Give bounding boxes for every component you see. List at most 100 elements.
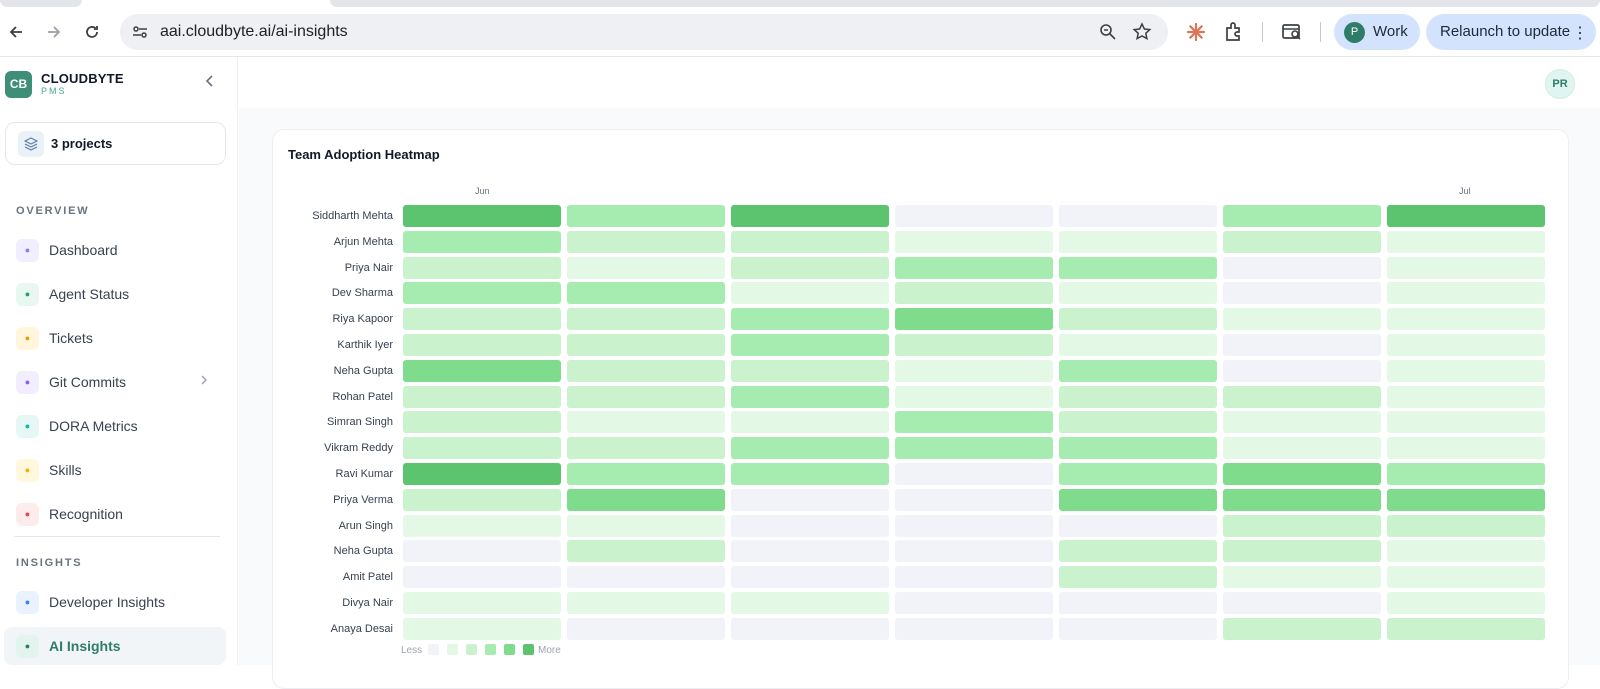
sidebar-item-recognition[interactable]: ● Recognition — [4, 495, 226, 533]
heatmap-cell[interactable] — [403, 488, 561, 511]
sidebar-item-skills[interactable]: ● Skills — [4, 451, 226, 489]
heatmap-cell[interactable] — [731, 205, 889, 227]
heatmap-cell[interactable] — [895, 540, 1053, 563]
heatmap-cell[interactable] — [1387, 308, 1545, 331]
heatmap-cell[interactable] — [731, 566, 889, 589]
heatmap-cell[interactable] — [1059, 385, 1217, 408]
tab[interactable] — [330, 0, 1600, 7]
heatmap-cell[interactable] — [1059, 205, 1217, 227]
heatmap-cell[interactable] — [1059, 230, 1217, 253]
heatmap-cell[interactable] — [895, 592, 1053, 614]
heatmap-cell[interactable] — [1223, 205, 1381, 227]
heatmap-cell[interactable] — [403, 463, 561, 485]
sidebar-item-ai-insights[interactable]: ● AI Insights — [4, 627, 226, 665]
heatmap-cell[interactable] — [731, 308, 889, 331]
heatmap-cell[interactable] — [567, 540, 725, 563]
heatmap-cell[interactable] — [1223, 617, 1381, 640]
sidebar-item-tickets[interactable]: ● Tickets — [4, 319, 226, 357]
heatmap-cell[interactable] — [731, 540, 889, 563]
star-icon[interactable] — [1132, 22, 1152, 42]
heatmap-cell[interactable] — [1059, 540, 1217, 563]
sidebar-item-git-commits[interactable]: ● Git Commits — [4, 363, 226, 401]
heatmap-cell[interactable] — [403, 308, 561, 331]
heatmap-cell[interactable] — [895, 230, 1053, 253]
sidebar-item-developer-insights[interactable]: ● Developer Insights — [4, 583, 226, 621]
heatmap-cell[interactable] — [1223, 411, 1381, 434]
heatmap-cell[interactable] — [1387, 282, 1545, 305]
heatmap-cell[interactable] — [731, 282, 889, 305]
heatmap-cell[interactable] — [567, 437, 725, 460]
heatmap-cell[interactable] — [1387, 617, 1545, 640]
heatmap-cell[interactable] — [731, 514, 889, 537]
heatmap-cell[interactable] — [567, 334, 725, 356]
heatmap-cell[interactable] — [567, 308, 725, 331]
heatmap-cell[interactable] — [567, 205, 725, 227]
heatmap-cell[interactable] — [403, 514, 561, 537]
heatmap-cell[interactable] — [1387, 488, 1545, 511]
heatmap-cell[interactable] — [1387, 592, 1545, 614]
heatmap-cell[interactable] — [567, 282, 725, 305]
heatmap-cell[interactable] — [1059, 514, 1217, 537]
heatmap-cell[interactable] — [1387, 230, 1545, 253]
heatmap-cell[interactable] — [731, 411, 889, 434]
tab[interactable] — [0, 0, 82, 7]
heatmap-cell[interactable] — [1059, 256, 1217, 279]
heatmap-cell[interactable] — [567, 566, 725, 589]
heatmap-cell[interactable] — [1223, 308, 1381, 331]
zoom-icon[interactable] — [1098, 22, 1118, 42]
heatmap-cell[interactable] — [1223, 463, 1381, 485]
heatmap-cell[interactable] — [1059, 592, 1217, 614]
heatmap-cell[interactable] — [731, 617, 889, 640]
heatmap-cell[interactable] — [1387, 385, 1545, 408]
tab-search-icon[interactable] — [1280, 20, 1304, 44]
heatmap-cell[interactable] — [403, 566, 561, 589]
heatmap-cell[interactable] — [403, 256, 561, 279]
heatmap-cell[interactable] — [1059, 411, 1217, 434]
heatmap-cell[interactable] — [1223, 230, 1381, 253]
heatmap-cell[interactable] — [1223, 282, 1381, 305]
heatmap-cell[interactable] — [403, 205, 561, 227]
heatmap-cell[interactable] — [567, 230, 725, 253]
heatmap-cell[interactable] — [403, 437, 561, 460]
heatmap-cell[interactable] — [895, 566, 1053, 589]
heatmap-cell[interactable] — [1387, 256, 1545, 279]
heatmap-cell[interactable] — [1223, 359, 1381, 382]
heatmap-cell[interactable] — [1223, 437, 1381, 460]
heatmap-cell[interactable] — [1387, 463, 1545, 485]
heatmap-cell[interactable] — [731, 359, 889, 382]
heatmap-cell[interactable] — [403, 282, 561, 305]
heatmap-cell[interactable] — [895, 256, 1053, 279]
heatmap-cell[interactable] — [895, 411, 1053, 434]
heatmap-cell[interactable] — [403, 230, 561, 253]
sidebar-item-dora-metrics[interactable]: ● DORA Metrics — [4, 407, 226, 445]
heatmap-cell[interactable] — [731, 592, 889, 614]
heatmap-cell[interactable] — [1059, 359, 1217, 382]
heatmap-cell[interactable] — [895, 463, 1053, 485]
heatmap-cell[interactable] — [1059, 437, 1217, 460]
heatmap-cell[interactable] — [895, 205, 1053, 227]
projects-selector[interactable]: 3 projects — [5, 122, 226, 165]
heatmap-cell[interactable] — [403, 592, 561, 614]
heatmap-cell[interactable] — [403, 540, 561, 563]
heatmap-cell[interactable] — [567, 385, 725, 408]
back-button[interactable] — [4, 20, 28, 44]
heatmap-cell[interactable] — [1387, 205, 1545, 227]
claude-extension-icon[interactable] — [1184, 20, 1208, 44]
heatmap-cell[interactable] — [1059, 282, 1217, 305]
user-avatar[interactable]: PR — [1545, 69, 1575, 99]
heatmap-cell[interactable] — [1059, 334, 1217, 356]
reload-button[interactable] — [80, 20, 104, 44]
heatmap-cell[interactable] — [1387, 334, 1545, 356]
forward-button[interactable] — [42, 20, 66, 44]
heatmap-cell[interactable] — [731, 488, 889, 511]
heatmap-cell[interactable] — [895, 334, 1053, 356]
heatmap-cell[interactable] — [1387, 540, 1545, 563]
heatmap-cell[interactable] — [567, 592, 725, 614]
profile-button[interactable]: P Work — [1334, 14, 1420, 50]
heatmap-cell[interactable] — [895, 488, 1053, 511]
heatmap-cell[interactable] — [1059, 566, 1217, 589]
heatmap-cell[interactable] — [1223, 256, 1381, 279]
heatmap-cell[interactable] — [1223, 488, 1381, 511]
site-settings-icon[interactable] — [130, 22, 150, 42]
heatmap-cell[interactable] — [895, 514, 1053, 537]
